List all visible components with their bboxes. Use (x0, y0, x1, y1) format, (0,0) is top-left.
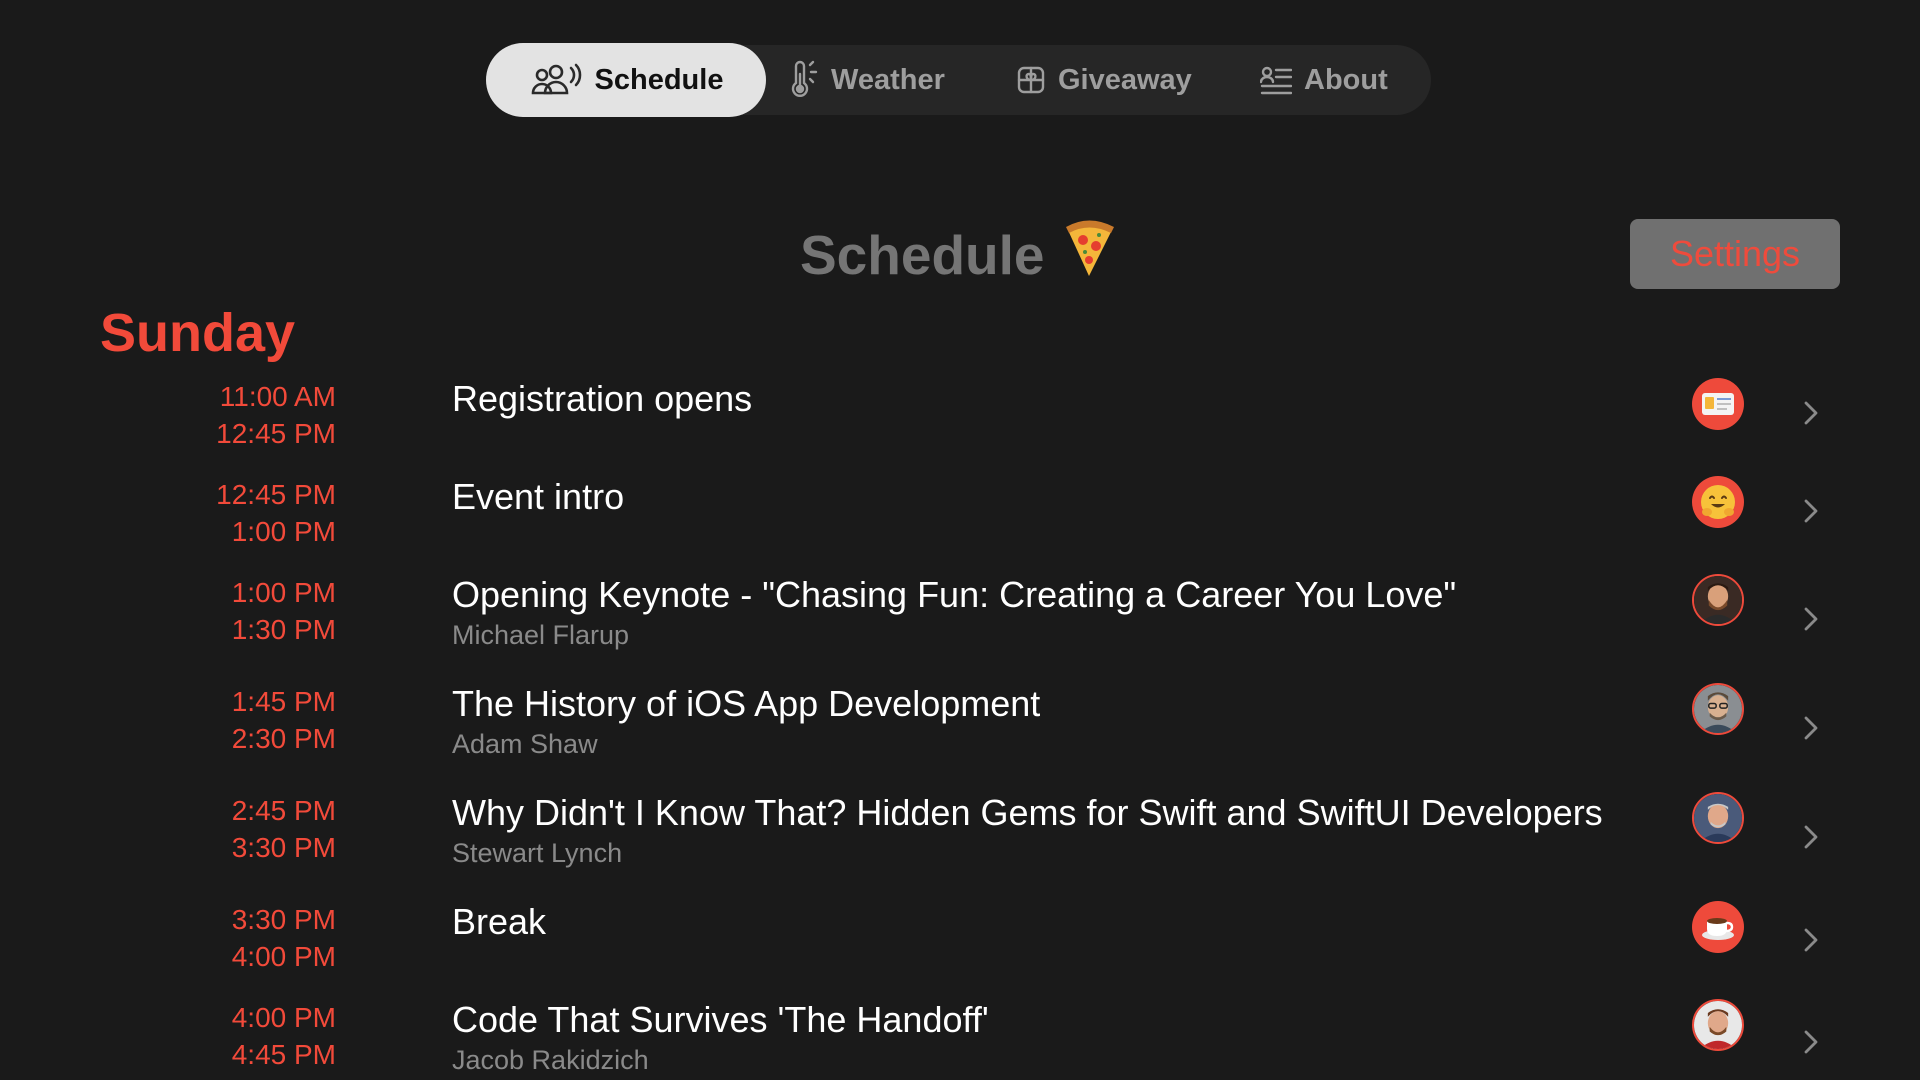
tab-giveaway-label: Giveaway (1058, 63, 1192, 96)
event-times: 1:45 PM 2:30 PM (232, 683, 336, 757)
tab-giveaway[interactable]: Giveaway (1016, 45, 1192, 115)
settings-button[interactable]: Settings (1630, 219, 1840, 289)
tab-about[interactable]: About (1260, 45, 1388, 115)
event-info: Code That Survives 'The Handoff' Jacob R… (452, 999, 1652, 1076)
event-start-time: 1:45 PM (231, 686, 336, 717)
avatar (1692, 683, 1744, 735)
event-end-time: 2:30 PM (231, 723, 336, 754)
event-title: Code That Survives 'The Handoff' (452, 999, 989, 1040)
chevron-right-icon[interactable] (1803, 498, 1819, 524)
event-title: Break (452, 901, 547, 942)
schedule-row[interactable]: 4:00 PM 4:45 PM Code That Survives 'The … (0, 999, 1920, 1080)
event-title: Why Didn't I Know That? Hidden Gems for … (452, 792, 1603, 833)
event-end-time: 12:45 PM (216, 418, 336, 449)
event-title: Opening Keynote - "Chasing Fun: Creating… (452, 574, 1457, 615)
thermometer-sun-icon (789, 60, 819, 100)
event-end-time: 1:00 PM (231, 516, 336, 547)
event-start-time: 1:00 PM (231, 577, 336, 608)
event-speaker: Michael Flarup (452, 620, 630, 650)
coffee-icon (1692, 901, 1744, 953)
event-title: Event intro (452, 476, 625, 517)
event-start-time: 11:00 AM (219, 381, 336, 412)
event-times: 4:00 PM 4:45 PM (232, 999, 336, 1073)
event-times: 11:00 AM 12:45 PM (216, 378, 336, 452)
event-end-time: 1:30 PM (231, 614, 336, 645)
event-info: Registration opens (452, 378, 1652, 420)
tab-weather-label: Weather (831, 63, 945, 96)
tab-about-label: About (1304, 63, 1388, 96)
schedule-row[interactable]: 3:30 PM 4:00 PM Break (0, 901, 1920, 981)
schedule-row[interactable]: 12:45 PM 1:00 PM Event intro (0, 476, 1920, 556)
gift-icon (1016, 65, 1046, 95)
event-end-time: 3:30 PM (231, 832, 336, 863)
event-info: Why Didn't I Know That? Hidden Gems for … (452, 792, 1652, 869)
chevron-right-icon[interactable] (1803, 824, 1819, 850)
event-start-time: 12:45 PM (216, 479, 336, 510)
event-info: Break (452, 901, 1652, 943)
event-info: Opening Keynote - "Chasing Fun: Creating… (452, 574, 1652, 651)
avatar (1692, 999, 1744, 1051)
event-end-time: 4:00 PM (231, 941, 336, 972)
schedule-row[interactable]: 11:00 AM 12:45 PM Registration opens (0, 378, 1920, 458)
person-text-icon (1260, 65, 1292, 95)
tab-schedule[interactable]: Schedule (486, 43, 766, 117)
event-speaker: Jacob Rakidzich (452, 1045, 649, 1075)
event-start-time: 3:30 PM (231, 904, 336, 935)
chevron-right-icon[interactable] (1803, 715, 1819, 741)
event-start-time: 2:45 PM (231, 795, 336, 826)
event-times: 2:45 PM 3:30 PM (232, 792, 336, 866)
id-card-icon (1692, 378, 1744, 430)
schedule-row[interactable]: 1:45 PM 2:30 PM The History of iOS App D… (0, 683, 1920, 783)
tab-schedule-label: Schedule (594, 63, 724, 96)
page-title-text: Schedule (800, 223, 1045, 286)
event-info: The History of iOS App Development Adam … (452, 683, 1652, 760)
schedule-row[interactable]: 2:45 PM 3:30 PM Why Didn't I Know That? … (0, 792, 1920, 892)
schedule-screen: Schedule Weather Giveaway About Schedule… (0, 0, 1920, 1080)
event-speaker: Stewart Lynch (452, 838, 623, 868)
event-times: 3:30 PM 4:00 PM (232, 901, 336, 975)
event-info: Event intro (452, 476, 1652, 518)
pizza-icon (1061, 218, 1117, 291)
chevron-right-icon[interactable] (1803, 927, 1819, 953)
event-title: The History of iOS App Development (452, 683, 1041, 724)
avatar (1692, 792, 1744, 844)
tab-bar: Schedule Weather Giveaway About (486, 43, 1431, 117)
event-title: Registration opens (452, 378, 753, 419)
people-icon (529, 63, 583, 97)
hugging-face-icon (1692, 476, 1744, 528)
event-start-time: 4:00 PM (231, 1002, 336, 1033)
chevron-right-icon[interactable] (1803, 606, 1819, 632)
event-speaker: Adam Shaw (452, 729, 598, 759)
page-title: Schedule (800, 218, 1117, 291)
event-times: 12:45 PM 1:00 PM (216, 476, 336, 550)
event-end-time: 4:45 PM (231, 1039, 336, 1070)
schedule-row[interactable]: 1:00 PM 1:30 PM Opening Keynote - "Chasi… (0, 574, 1920, 674)
event-times: 1:00 PM 1:30 PM (232, 574, 336, 648)
avatar (1692, 574, 1744, 626)
tab-weather[interactable]: Weather (789, 45, 945, 115)
chevron-right-icon[interactable] (1803, 1029, 1819, 1055)
day-heading: Sunday (100, 303, 296, 363)
chevron-right-icon[interactable] (1803, 400, 1819, 426)
